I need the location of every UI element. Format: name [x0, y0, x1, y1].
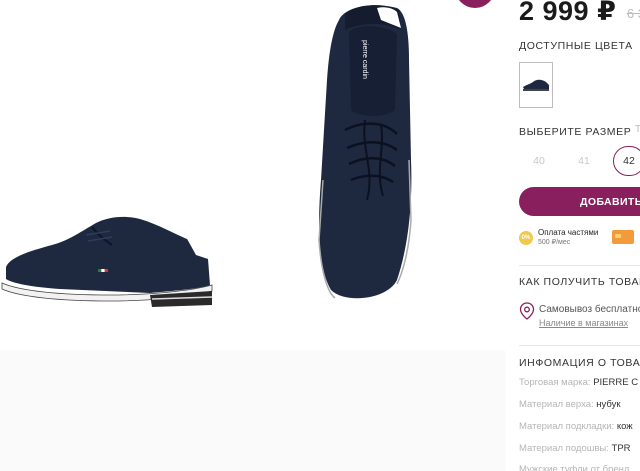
size-option-40[interactable]: 40 — [523, 146, 555, 176]
description-text: Мужские туфли от бренд — [519, 464, 630, 471]
select-size-title: Выберите размер — [519, 126, 632, 138]
size-option-41[interactable]: 41 — [568, 146, 600, 176]
add-to-cart-button[interactable]: Добавить — [519, 187, 640, 216]
old-price: 6 3 — [626, 6, 640, 21]
gallery-badge — [455, 0, 495, 8]
attribute-value: TPR — [611, 443, 631, 454]
installment-badge-icon: 0% — [519, 231, 533, 245]
shoe-top-view-image: pierre cardin — [318, 5, 412, 299]
attribute-key: Материал подошвы: — [519, 443, 609, 454]
installment-title: Оплата частями — [538, 228, 599, 237]
product-description: Мужские туфли от бренд — [519, 464, 629, 471]
size-help-link[interactable]: Т — [635, 124, 640, 135]
attribute-value: нубук — [596, 399, 621, 410]
shoe-side-view-image — [1, 216, 213, 307]
attribute-key: Торговая марка: — [519, 377, 591, 388]
current-price: 2 999 ₽ — [519, 0, 617, 26]
product-gallery[interactable]: pierre cardin — [0, 0, 500, 350]
attribute-row: Материал верха: нубук — [519, 399, 621, 410]
payment-card-icon — [612, 230, 634, 244]
installment-subtitle: 500 ₽/мес — [538, 239, 571, 246]
delivery-title: Как получить товар — [519, 276, 640, 288]
attribute-value: PIERRE C — [593, 377, 639, 388]
product-info-panel: 2 999 ₽ 6 3 Доступные цвета Выберите раз… — [505, 0, 640, 471]
divider — [519, 265, 640, 266]
color-swatch[interactable] — [519, 62, 553, 108]
available-colors-title: Доступные цвета — [519, 40, 633, 52]
attribute-row: Торговая марка: PIERRE C — [519, 377, 638, 388]
attribute-row: Материал подошвы: TPR — [519, 443, 631, 454]
product-info-title: Инфомация о товаре — [519, 357, 640, 369]
attribute-value: кож — [616, 421, 633, 432]
size-option-42[interactable]: 42 — [613, 146, 640, 176]
price-row: 2 999 ₽ 6 3 — [519, 0, 640, 27]
divider — [519, 345, 640, 346]
location-pin-icon — [519, 302, 535, 320]
attribute-key: Материал подкладки: — [519, 421, 615, 432]
shoe-brand-print: pierre cardin — [361, 40, 368, 79]
gallery-footer-area — [0, 350, 505, 471]
stores-availability-link[interactable]: Наличие в магазинах — [539, 318, 628, 328]
color-swatch-shoe-icon — [523, 79, 549, 91]
attribute-row: Материал подкладки: кож — [519, 421, 633, 432]
attribute-key: Материал верха: — [519, 399, 594, 410]
pickup-text: Самовывоз бесплатно — [539, 304, 640, 315]
installment-offer[interactable]: 0% Оплата частями 500 ₽/мес — [519, 228, 640, 250]
